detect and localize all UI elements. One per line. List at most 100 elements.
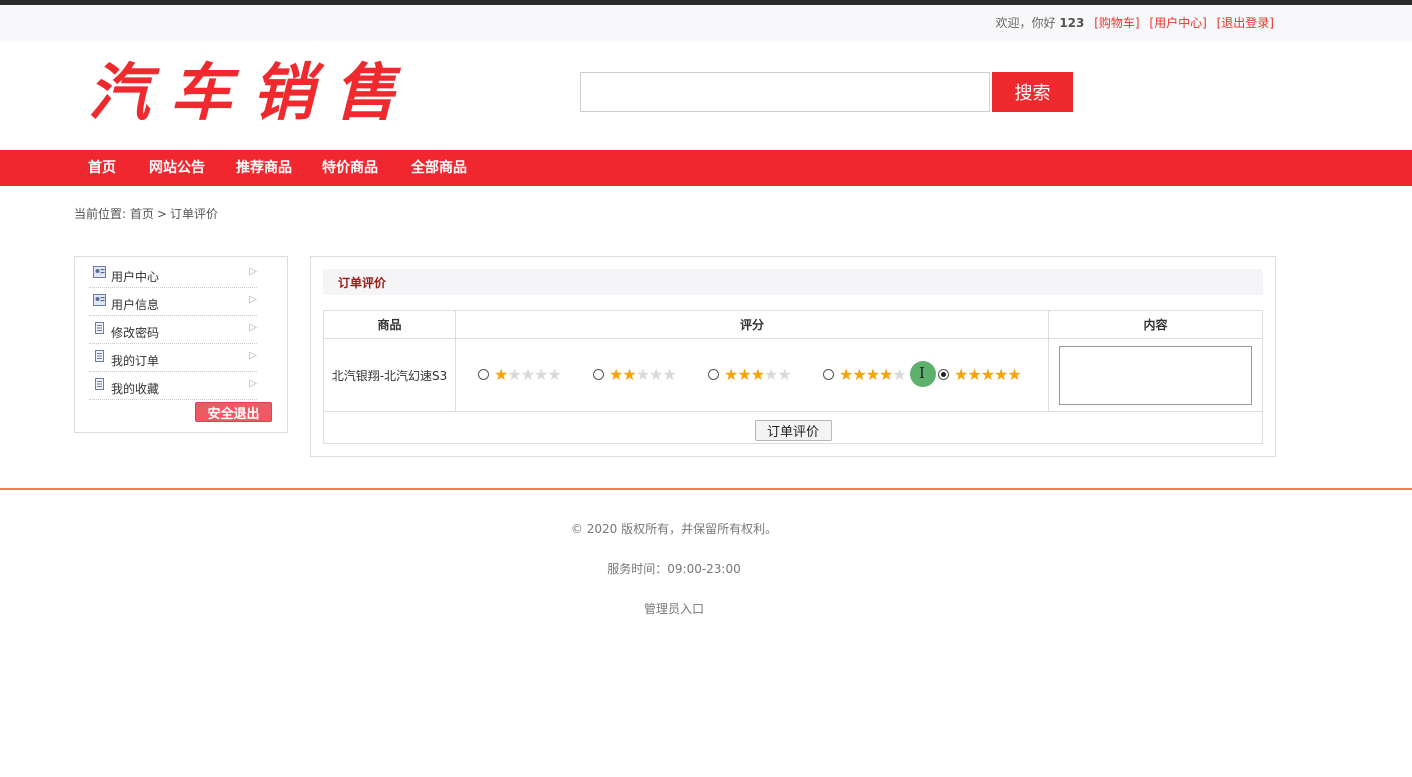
rating-radio[interactable] xyxy=(823,369,834,380)
logout-link[interactable]: [退出登录] xyxy=(1217,16,1274,30)
top-bar: 欢迎，你好 123 [购物车] [用户中心] [退出登录] xyxy=(0,5,1412,41)
submit-row: 订单评价 xyxy=(323,411,1263,444)
admin-entry-link[interactable]: 管理员入口 xyxy=(0,600,1380,617)
nav-item-recommended[interactable]: 推荐商品 xyxy=(236,150,292,186)
breadcrumb-prefix: 当前位置: xyxy=(74,207,127,221)
cart-link[interactable]: [购物车] xyxy=(1094,16,1139,30)
chevron-right-icon: ▷ xyxy=(249,350,257,361)
star-filled-icon: ★ xyxy=(865,365,880,384)
footer-divider xyxy=(0,488,1412,490)
column-header-content: 内容 xyxy=(1048,310,1263,339)
document-icon xyxy=(95,378,104,390)
star-rating-icon: ★★★★★ xyxy=(494,365,562,384)
breadcrumb-separator: > xyxy=(156,207,167,221)
star-empty-icon: ★ xyxy=(649,365,663,384)
safe-logout-button[interactable]: 安全退出 xyxy=(195,402,272,422)
star-filled-icon: ★ xyxy=(967,365,981,384)
star-filled-icon: ★ xyxy=(980,365,995,384)
table-header-row: 商品 评分 内容 xyxy=(323,310,1263,339)
review-table: 商品 评分 内容 北汽银翔-北汽幻速S3 ★★★★★ ★★★★★ ★★★★★ ★★★★… xyxy=(323,310,1263,444)
document-icon xyxy=(95,322,104,334)
sidebar-item-label: 我的订单 xyxy=(111,354,160,368)
sidebar-item-user-info[interactable]: 用户信息 ▷ xyxy=(89,288,257,316)
order-review-panel: 订单评价 商品 评分 内容 北汽银翔-北汽幻速S3 ★★★★★ ★★★★★ ★★★★… xyxy=(310,256,1276,457)
star-empty-icon: ★ xyxy=(635,365,650,384)
star-empty-icon: ★ xyxy=(892,365,906,384)
star-filled-icon: ★ xyxy=(750,365,765,384)
chevron-right-icon: ▷ xyxy=(249,322,257,333)
footer-copyright: © 2020 版权所有，并保留所有权利。 xyxy=(570,522,778,536)
rating-radio[interactable] xyxy=(708,369,719,380)
chevron-right-icon: ▷ xyxy=(249,378,257,389)
nav-item-all-products[interactable]: 全部商品 xyxy=(411,150,467,186)
sidebar-item-favorites[interactable]: 我的收藏 ▷ xyxy=(89,372,257,400)
star-empty-icon: ★ xyxy=(507,365,521,384)
main-nav: 首页 网站公告 推荐商品 特价商品 全部商品 xyxy=(0,150,1412,186)
welcome-text: 欢迎，你好 xyxy=(995,16,1056,30)
table-row: 北汽银翔-北汽幻速S3 ★★★★★ ★★★★★ ★★★★★ ★★★★★ ★★★★★ xyxy=(323,338,1263,412)
review-content-textarea[interactable] xyxy=(1059,346,1252,405)
star-filled-icon: ★ xyxy=(879,365,893,384)
submit-review-button[interactable]: 订单评价 xyxy=(754,419,832,441)
text-cursor-icon: I xyxy=(919,364,925,382)
nav-item-home[interactable]: 首页 xyxy=(88,150,116,186)
topbar-links: 欢迎，你好 123 [购物车] [用户中心] [退出登录] xyxy=(995,14,1274,31)
content-cell xyxy=(1048,338,1263,412)
sidebar-item-label: 用户中心 xyxy=(111,270,160,284)
rating-radio[interactable] xyxy=(938,369,949,380)
rating-radio[interactable] xyxy=(593,369,604,380)
star-rating-icon: ★★★★★ xyxy=(954,365,1022,384)
user-center-link[interactable]: [用户中心] xyxy=(1149,16,1206,30)
product-name: 北汽银翔-北汽幻速S3 xyxy=(323,338,456,412)
panel-header: 订单评价 xyxy=(323,269,1263,295)
username: 123 xyxy=(1059,16,1085,30)
rating-options: ★★★★★ ★★★★★ ★★★★★ ★★★★★ ★★★★★ xyxy=(455,338,1049,412)
sidebar-item-user-center[interactable]: 用户中心 ▷ xyxy=(89,260,257,288)
star-filled-icon: ★ xyxy=(839,365,853,384)
sidebar-item-change-password[interactable]: 修改密码 ▷ xyxy=(89,316,257,344)
user-card-icon xyxy=(93,294,106,306)
nav-item-specials[interactable]: 特价商品 xyxy=(322,150,378,186)
panel-title: 订单评价 xyxy=(338,276,387,290)
star-filled-icon: ★ xyxy=(1007,365,1021,384)
rating-radio[interactable] xyxy=(478,369,489,380)
column-header-rating: 评分 xyxy=(455,310,1049,339)
breadcrumb: 当前位置: 首页 > 订单评价 xyxy=(74,205,218,222)
user-card-icon xyxy=(93,266,106,278)
sidebar-item-label: 我的收藏 xyxy=(111,382,160,396)
star-empty-icon: ★ xyxy=(520,365,535,384)
document-icon xyxy=(95,350,104,362)
search-button[interactable]: 搜索 xyxy=(992,72,1073,112)
star-rating-icon: ★★★★★ xyxy=(839,365,907,384)
star-filled-icon: ★ xyxy=(494,365,508,384)
star-empty-icon: ★ xyxy=(777,365,791,384)
site-logo[interactable]: 汽车销售 xyxy=(88,58,416,128)
star-empty-icon: ★ xyxy=(547,365,561,384)
sidebar-item-label: 用户信息 xyxy=(111,298,160,312)
star-filled-icon: ★ xyxy=(622,365,636,384)
nav-item-announcements[interactable]: 网站公告 xyxy=(149,150,205,186)
sidebar-item-my-orders[interactable]: 我的订单 ▷ xyxy=(89,344,257,372)
star-rating-icon: ★★★★★ xyxy=(609,365,677,384)
user-sidebar: 用户中心 ▷ 用户信息 ▷ 修改密码 ▷ 我的订单 ▷ 我的收藏 ▷ 安全退出 xyxy=(74,256,288,433)
breadcrumb-home[interactable]: 首页 xyxy=(130,207,154,221)
star-empty-icon: ★ xyxy=(534,365,548,384)
search-input[interactable] xyxy=(580,72,990,112)
mouse-cursor-indicator: I xyxy=(910,361,936,387)
submit-cell: 订单评价 xyxy=(323,411,1263,444)
star-filled-icon: ★ xyxy=(954,365,968,384)
star-rating-icon: ★★★★★ xyxy=(724,365,792,384)
star-empty-icon: ★ xyxy=(662,365,676,384)
chevron-right-icon: ▷ xyxy=(249,294,257,305)
star-filled-icon: ★ xyxy=(609,365,623,384)
breadcrumb-current: 订单评价 xyxy=(169,207,218,221)
star-filled-icon: ★ xyxy=(737,365,751,384)
chevron-right-icon: ▷ xyxy=(249,266,257,277)
footer-service-hours: 服务时间：09:00-23:00 xyxy=(607,562,741,576)
star-filled-icon: ★ xyxy=(724,365,738,384)
column-header-product: 商品 xyxy=(323,310,456,339)
star-filled-icon: ★ xyxy=(852,365,866,384)
star-filled-icon: ★ xyxy=(994,365,1008,384)
sidebar-item-label: 修改密码 xyxy=(111,326,160,340)
star-empty-icon: ★ xyxy=(764,365,778,384)
